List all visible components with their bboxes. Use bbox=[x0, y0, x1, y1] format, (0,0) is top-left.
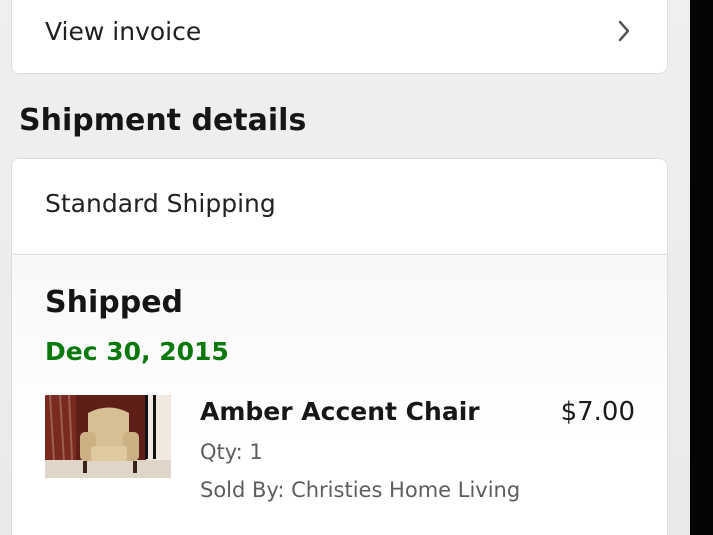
chevron-right-icon bbox=[618, 20, 630, 42]
shipment-details-heading: Shipment details bbox=[19, 103, 307, 138]
chair-image-illustration bbox=[45, 395, 171, 478]
shipment-date: Dec 30, 2015 bbox=[45, 337, 229, 366]
item-title-link[interactable]: Amber Accent Chair bbox=[200, 395, 480, 429]
shipment-status-section: Shipped Dec 30, 2015 Amber Accent Chair … bbox=[12, 255, 667, 535]
floor bbox=[45, 460, 171, 478]
floor-lamp-pole bbox=[145, 395, 148, 459]
item-price: $7.00 bbox=[560, 397, 635, 427]
window-edge-bar bbox=[690, 0, 713, 535]
floor-lamp-pole-two bbox=[153, 395, 156, 459]
item-seller: Sold By: Christies Home Living bbox=[200, 478, 521, 502]
shipping-method: Standard Shipping bbox=[45, 189, 276, 218]
chair-seat bbox=[91, 446, 127, 461]
item-quantity: Qty: 1 bbox=[200, 440, 263, 464]
order-item-row[interactable]: Amber Accent Chair $7.00 Qty: 1 Sold By:… bbox=[45, 395, 635, 525]
view-invoice-label: View invoice bbox=[45, 17, 202, 46]
shipment-details-card: Standard Shipping Shipped Dec 30, 2015 A… bbox=[11, 158, 668, 535]
view-invoice-row[interactable]: View invoice bbox=[11, 0, 668, 74]
shipment-status: Shipped bbox=[45, 285, 184, 320]
chair-leg-right bbox=[133, 461, 137, 473]
order-details-page: View invoice Shipment details Standard S… bbox=[0, 0, 690, 535]
chair-leg-left bbox=[83, 461, 87, 473]
accent-chair-product-image[interactable] bbox=[45, 395, 171, 478]
